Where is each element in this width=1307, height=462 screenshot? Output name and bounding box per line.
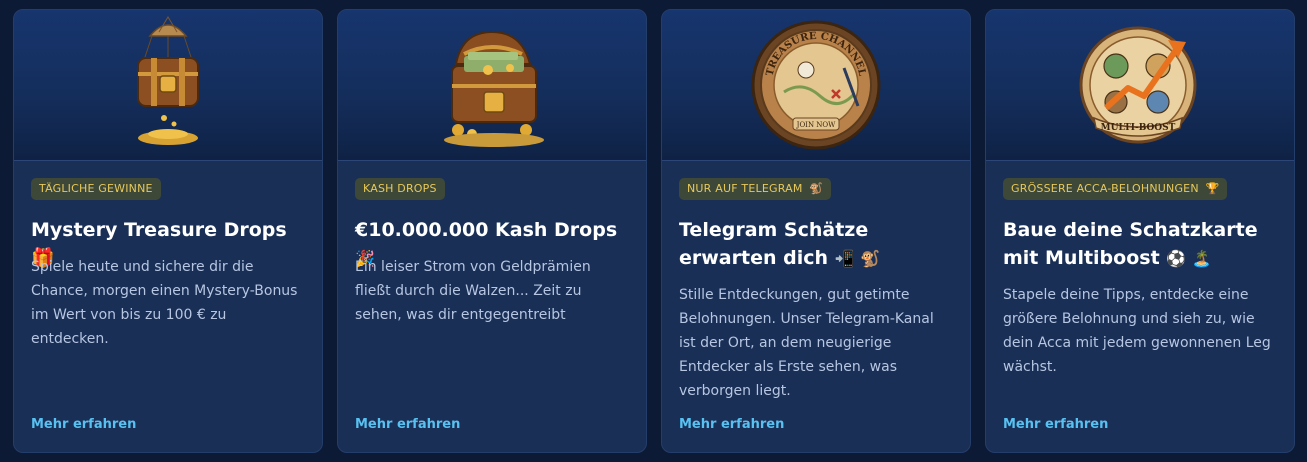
learn-more-link[interactable]: Mehr erfahren <box>31 417 136 432</box>
promo-card-multiboost[interactable]: MULTI-BOOST GRÖSSERE ACCA-BELOHNUNGEN 🏆 … <box>985 9 1295 453</box>
card-description: Stille Entdeckungen, gut getimte Belohnu… <box>679 287 934 399</box>
card-image <box>338 10 646 161</box>
card-image: TREASURE CHANNEL JOIN NOW <box>662 10 970 161</box>
promotion-cards: TÄGLICHE GEWINNE Mystery Treasure Drops … <box>13 9 1295 453</box>
card-description: Ein leiser Strom von Geldprämien fließt … <box>355 259 591 323</box>
card-image <box>14 10 322 161</box>
open-treasure-chest-money-icon <box>444 30 544 147</box>
multi-boost-seal-icon: MULTI-BOOST <box>1079 26 1197 144</box>
category-badge: NUR AUF TELEGRAM 🐒 <box>679 178 832 200</box>
promo-card-mystery-treasure-drops[interactable]: TÄGLICHE GEWINNE Mystery Treasure Drops … <box>13 9 323 453</box>
learn-more-link[interactable]: Mehr erfahren <box>355 417 460 432</box>
category-badge: KASH DROPS <box>355 178 445 200</box>
treasure-chest-parachute-icon <box>137 16 199 145</box>
card-title: Baue deine Schatzkarte mit Multiboost ⚽ … <box>1003 219 1258 269</box>
card-description: Spiele heute und sichere dir die Chance,… <box>31 259 298 347</box>
monkey-icon: 🐒 <box>809 182 824 195</box>
trophy-icon: 🏆 <box>1205 182 1220 195</box>
category-badge: GRÖSSERE ACCA-BELOHNUNGEN 🏆 <box>1003 178 1228 200</box>
seal-multi-boost-text: MULTI-BOOST <box>1101 123 1176 133</box>
promo-card-telegram[interactable]: TREASURE CHANNEL JOIN NOW NUR AUF TELEGR… <box>661 9 971 453</box>
promo-card-kash-drops[interactable]: KASH DROPS €10.000.000 Kash Drops🎉 Ein l… <box>337 9 647 453</box>
soccer-ball-island-icon: ⚽ 🏝️ <box>1166 249 1212 268</box>
seal-join-now-text: JOIN NOW <box>796 121 837 129</box>
card-title: Telegram Schätze erwarten dich 📲 🐒 <box>679 219 881 269</box>
mobile-arrow-icon: 📲 🐒 <box>834 249 881 268</box>
learn-more-link[interactable]: Mehr erfahren <box>1003 417 1108 432</box>
category-badge: TÄGLICHE GEWINNE <box>31 178 161 200</box>
card-description: Stapele deine Tipps, entdecke eine größe… <box>1003 287 1271 375</box>
card-image: MULTI-BOOST <box>986 10 1294 161</box>
learn-more-link[interactable]: Mehr erfahren <box>679 417 784 432</box>
treasure-channel-seal-icon: TREASURE CHANNEL JOIN NOW <box>751 20 881 150</box>
